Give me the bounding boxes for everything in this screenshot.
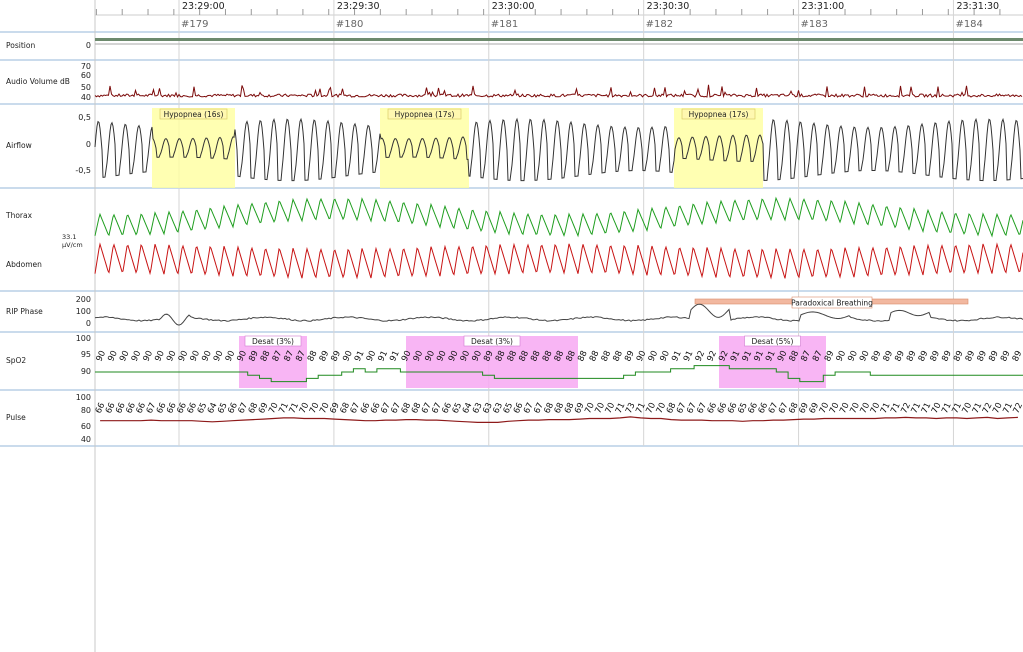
hypopnea-event-label: Hypopnea (16s) — [164, 110, 224, 119]
spo2-value-label: 90 — [130, 349, 144, 363]
spo2-value-label: 90 — [95, 349, 109, 363]
epoch-number: #184 — [955, 19, 982, 30]
time-label: 23:29:30 — [337, 1, 380, 12]
spo2-value-label: 92 — [705, 349, 719, 363]
spo2-value-label: 89 — [329, 349, 343, 363]
paradoxical-breathing-label: Paradoxical Breathing — [791, 299, 873, 308]
hypopnea-event — [152, 108, 235, 188]
spo2-value-label: 90 — [341, 349, 355, 363]
spo2-value-label: 90 — [153, 349, 167, 363]
desat-event-label: Desat (3%) — [252, 337, 294, 346]
pulse-trace — [100, 416, 1018, 423]
spo2-value-label: 91 — [682, 349, 696, 363]
spo2-value-label: 89 — [1011, 349, 1023, 363]
spo2-value-label: 90 — [106, 349, 120, 363]
rip-phase-trace — [94, 303, 1023, 326]
spo2-value-label: 91 — [388, 349, 402, 363]
spo2-value-label: 90 — [142, 349, 156, 363]
position-trace — [95, 38, 1023, 41]
signal-plot-area[interactable]: 23:29:00 #179 23:29:30 #180 23:30:00 #181 23:3… — [0, 0, 1023, 652]
time-label: 23:29:00 — [182, 1, 225, 12]
desat-event-label: Desat (3%) — [471, 337, 513, 346]
spo2-value-label: 88 — [588, 349, 602, 363]
spo2-value-label: 90 — [224, 349, 238, 363]
spo2-value-label: 90 — [647, 349, 661, 363]
spo2-value-label: 90 — [835, 349, 849, 363]
spo2-value-label: 89 — [917, 349, 931, 363]
time-label: 23:30:30 — [647, 1, 690, 12]
spo2-value-label: 89 — [623, 349, 637, 363]
spo2-value-label: 92 — [694, 349, 708, 363]
epoch-number: #183 — [801, 19, 828, 30]
spo2-value-label: 91 — [353, 349, 367, 363]
epoch-number: #179 — [181, 19, 208, 30]
pulse-value-label: 72 — [1012, 401, 1023, 415]
time-label: 23:31:00 — [802, 1, 845, 12]
spo2-value-label: 88 — [600, 349, 614, 363]
spo2-value-label: 90 — [212, 349, 226, 363]
spo2-value-label: 91 — [670, 349, 684, 363]
audio-volume-trace — [94, 84, 1023, 99]
thorax-trace — [94, 196, 1023, 238]
spo2-value-label: 89 — [952, 349, 966, 363]
spo2-value-label: 88 — [306, 349, 320, 363]
spo2-value-label: 90 — [118, 349, 132, 363]
spo2-value-label: 89 — [929, 349, 943, 363]
abdomen-trace — [94, 242, 1023, 280]
spo2-value-label: 91 — [376, 349, 390, 363]
time-label: 23:30:00 — [492, 1, 535, 12]
time-label: 23:31:30 — [956, 1, 999, 12]
desat-event-label: Desat (5%) — [752, 337, 794, 346]
hypopnea-event-label: Hypopnea (17s) — [689, 110, 749, 119]
spo2-value-label: 89 — [987, 349, 1001, 363]
epoch-number: #182 — [646, 19, 673, 30]
spo2-value-label: 88 — [576, 349, 590, 363]
spo2-value-label: 89 — [905, 349, 919, 363]
hypopnea-event — [380, 108, 469, 188]
spo2-value-label: 89 — [999, 349, 1013, 363]
epoch-number: #180 — [336, 19, 363, 30]
spo2-value-label: 90 — [858, 349, 872, 363]
spo2-value-label: 89 — [318, 349, 332, 363]
hypopnea-event-label: Hypopnea (17s) — [395, 110, 455, 119]
spo2-value-label: 90 — [365, 349, 379, 363]
spo2-value-label: 89 — [882, 349, 896, 363]
spo2-value-label: 90 — [846, 349, 860, 363]
spo2-value-label: 89 — [964, 349, 978, 363]
spo2-value-label: 90 — [200, 349, 214, 363]
spo2-value-label: 89 — [976, 349, 990, 363]
spo2-value-label: 90 — [635, 349, 649, 363]
spo2-value-label: 88 — [611, 349, 625, 363]
spo2-value-label: 89 — [893, 349, 907, 363]
spo2-value-label: 89 — [940, 349, 954, 363]
spo2-value-label: 90 — [188, 349, 202, 363]
epoch-number: #181 — [491, 19, 518, 30]
spo2-value-label: 90 — [165, 349, 179, 363]
spo2-value-label: 90 — [658, 349, 672, 363]
spo2-value-label: 89 — [870, 349, 884, 363]
